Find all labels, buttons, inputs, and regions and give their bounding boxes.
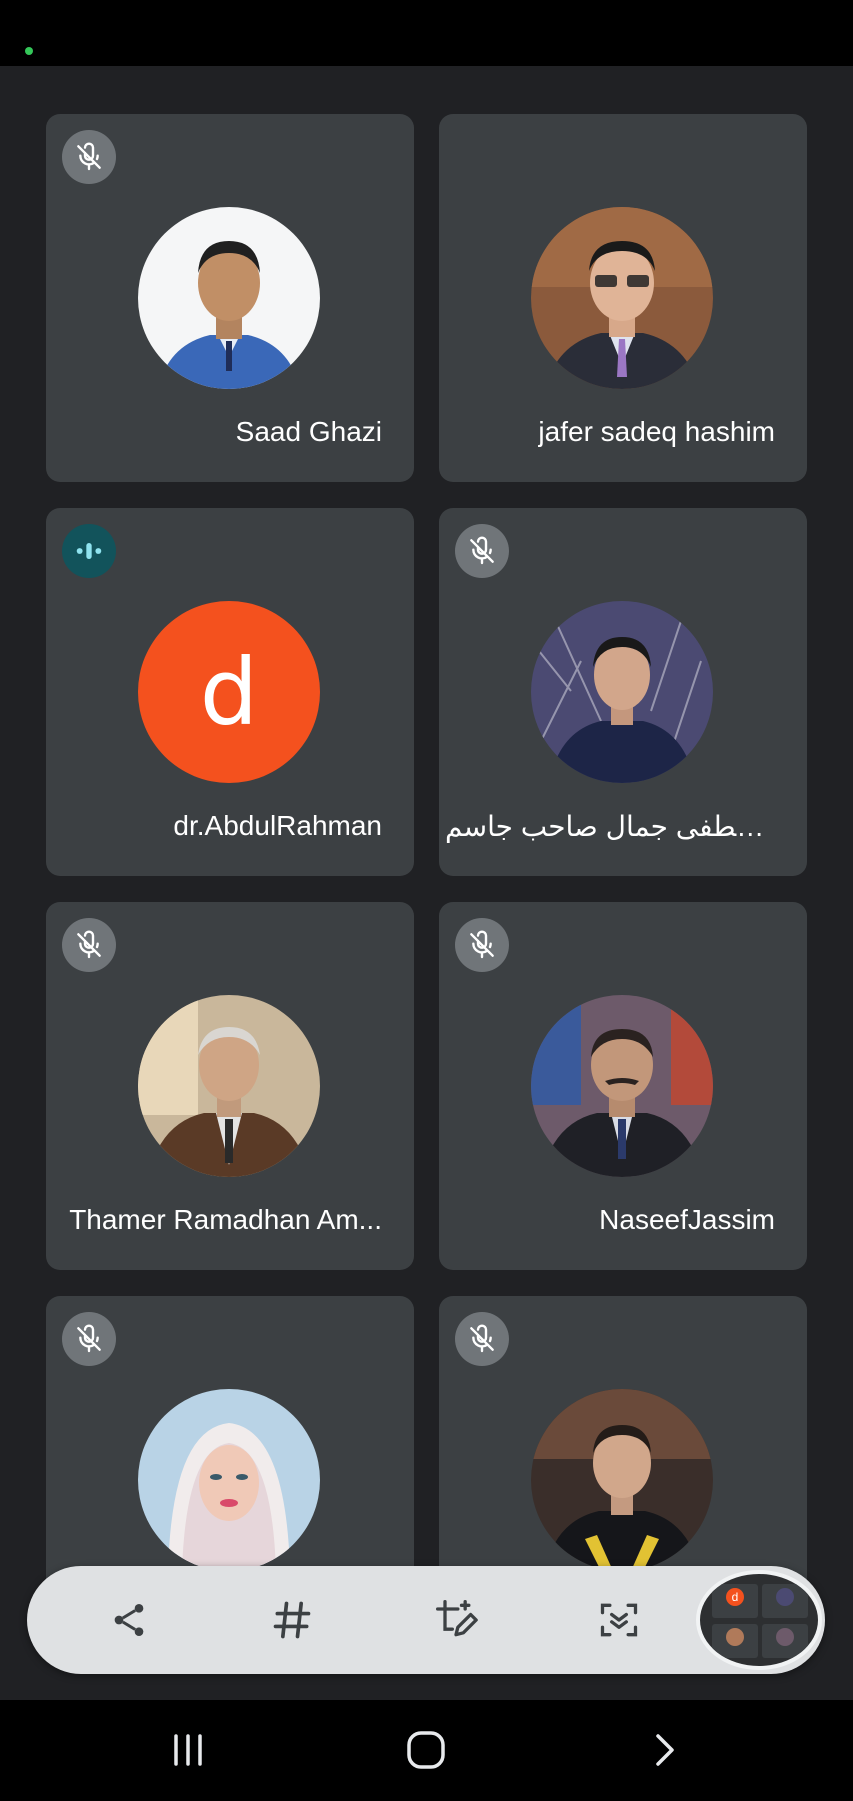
mic-muted-icon (455, 1312, 509, 1366)
recent-apps-icon[interactable] (158, 1725, 218, 1775)
mini-tile (762, 1584, 808, 1618)
hashtag-icon[interactable] (265, 1593, 319, 1647)
scan-capture-icon[interactable] (592, 1593, 646, 1647)
participant-name: Saad Ghazi (235, 416, 382, 447)
meeting-preview-bubble[interactable]: d (696, 1570, 822, 1670)
navigation-bar (0, 1700, 853, 1801)
mini-tile (762, 1624, 808, 1658)
back-icon[interactable] (635, 1725, 695, 1775)
participant-name: NaseefJassim (599, 1204, 775, 1235)
mini-avatar (726, 1628, 744, 1646)
avatar (531, 207, 713, 389)
mini-avatar (776, 1628, 794, 1646)
mic-muted-icon (455, 918, 509, 972)
mic-muted-icon (62, 130, 116, 184)
avatar (138, 1389, 320, 1571)
letter-avatar: d (138, 601, 320, 783)
participant-tile[interactable]: NaseefJassim (439, 902, 807, 1270)
mini-tile (712, 1624, 758, 1658)
participant-tile[interactable]: d dr.AbdulRahman (46, 508, 414, 876)
avatar (138, 207, 320, 389)
privacy-indicator-dot (25, 47, 33, 55)
home-icon[interactable] (396, 1725, 456, 1775)
status-bar (0, 0, 853, 66)
participant-tile[interactable]: Thamer Ramadhan Am... (46, 902, 414, 1270)
mini-letter-avatar: d (726, 1588, 744, 1606)
participant-tile[interactable]: jafer sadeq hashim (439, 114, 807, 482)
participant-name: jafer sadeq hashim (538, 416, 775, 447)
mini-tile: d (712, 1584, 758, 1618)
participant-name: dr.AbdulRahman (173, 810, 382, 841)
participant-tile[interactable]: Saad Ghazi (46, 114, 414, 482)
mic-muted-icon (455, 524, 509, 578)
avatar (531, 995, 713, 1177)
mini-avatar (776, 1588, 794, 1606)
participant-name: Thamer Ramadhan Am... (69, 1204, 382, 1235)
avatar (138, 995, 320, 1177)
participant-name: مصطفى جمال صاحب جاسم (445, 811, 775, 842)
speaking-indicator-icon (62, 524, 116, 578)
participant-tile[interactable]: مصطفى جمال صاحب جاسم (439, 508, 807, 876)
mic-muted-icon (62, 1312, 116, 1366)
avatar (531, 601, 713, 783)
share-icon[interactable] (102, 1593, 156, 1647)
crop-edit-icon[interactable] (429, 1593, 483, 1647)
avatar (531, 1389, 713, 1571)
mic-muted-icon (62, 918, 116, 972)
